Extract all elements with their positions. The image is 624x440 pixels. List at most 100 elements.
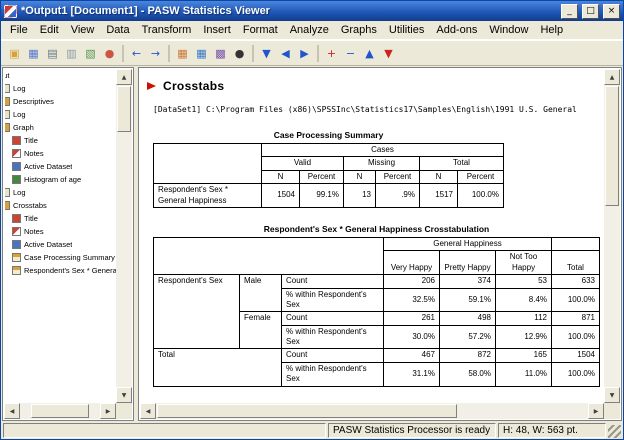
variables-button[interactable]: ▩: [211, 44, 230, 63]
cell-value: 100.0%: [551, 287, 600, 313]
scroll-up-icon[interactable]: ▲: [604, 69, 620, 85]
scroll-left-icon[interactable]: ◀: [140, 403, 156, 419]
scroll-left-icon[interactable]: ◀: [4, 403, 20, 419]
menu-insert[interactable]: Insert: [197, 22, 237, 38]
menu-file[interactable]: File: [4, 22, 34, 38]
open-button[interactable]: ▣: [5, 44, 24, 63]
promote-arrow-icon: ◀: [281, 46, 290, 60]
cell-value: 58.0%: [439, 361, 496, 387]
menu-window[interactable]: Window: [483, 22, 534, 38]
status-dimensions: H: 48, W: 563 pt.: [498, 422, 606, 438]
menu-transform[interactable]: Transform: [136, 22, 198, 38]
outline-vertical-scrollbar[interactable]: ▲ ▼: [116, 69, 132, 403]
output-vertical-scrollbar[interactable]: ▲ ▼: [604, 69, 620, 403]
outline-item-log[interactable]: Log: [5, 82, 116, 95]
recall-dialogs-button[interactable]: ●: [100, 44, 119, 63]
expand-button[interactable]: +: [322, 44, 341, 63]
menu-format[interactable]: Format: [237, 22, 284, 38]
redo-button[interactable]: →: [146, 44, 165, 63]
cell-value: 871: [551, 311, 600, 326]
app-icon: [4, 4, 17, 18]
outline-item-graph[interactable]: Graph: [5, 121, 116, 134]
case-processing-summary-table[interactable]: Cases Valid Missing Total N Percent N Pe…: [153, 142, 504, 208]
male-label: Male: [239, 274, 282, 313]
total-percent-value: 100.0%: [457, 183, 504, 208]
menu-edit[interactable]: Edit: [34, 22, 65, 38]
toolbar-separator: [122, 44, 124, 62]
select-last-output-button[interactable]: ▼: [257, 44, 276, 63]
scroll-thumb[interactable]: [157, 404, 457, 418]
status-bar: PASW Statistics Processor is ready H: 48…: [1, 421, 623, 439]
output-pane: Crosstabs [DataSet1] C:\Program Files (x…: [138, 67, 622, 421]
goto-case-grid-icon: ▦: [196, 46, 207, 60]
scroll-down-icon[interactable]: ▼: [116, 387, 132, 403]
demote-button[interactable]: ▶: [295, 44, 314, 63]
outline-item-log[interactable]: Log: [5, 186, 116, 199]
output-horizontal-scrollbar[interactable]: ◀ ▶: [140, 403, 604, 419]
scroll-thumb[interactable]: [117, 86, 131, 132]
output-content: Crosstabs [DataSet1] C:\Program Files (x…: [140, 69, 604, 403]
menu-utilities[interactable]: Utilities: [383, 22, 430, 38]
print-preview-button[interactable]: ▥: [62, 44, 81, 63]
case-processing-summary-title: Case Processing Summary: [273, 130, 384, 140]
scroll-down-icon[interactable]: ▼: [604, 387, 620, 403]
goto-case-button[interactable]: ▦: [192, 44, 211, 63]
minimize-icon: _: [567, 5, 572, 16]
crosstabulation-table[interactable]: General Happiness Very Happy Pretty Happ…: [153, 236, 600, 387]
menu-data[interactable]: Data: [100, 22, 135, 38]
outline-item-log[interactable]: Log: [5, 108, 116, 121]
percent-header: Percent: [299, 169, 344, 185]
outline-item-crosstabs[interactable]: Crosstabs: [5, 199, 116, 212]
very-happy-header: Very Happy: [383, 250, 440, 276]
scroll-track: [20, 403, 30, 419]
blank-header-cell: [153, 236, 384, 276]
outline-item-active-dataset[interactable]: Active Dataset: [12, 160, 116, 173]
log-document-icon: [5, 110, 10, 119]
scroll-thumb[interactable]: [605, 86, 619, 206]
menu-graphs[interactable]: Graphs: [335, 22, 383, 38]
scroll-track: [116, 133, 132, 387]
outline-item-active-dataset[interactable]: Active Dataset: [12, 238, 116, 251]
notes-document-icon: [12, 149, 21, 158]
outline-item-crosstabulation[interactable]: Respondent's Sex * General Happiness: [12, 264, 116, 277]
close-button[interactable]: ×: [603, 3, 620, 19]
collapse-button[interactable]: −: [341, 44, 360, 63]
outline-pane: Output Log Descriptives Log Graph Title …: [2, 67, 134, 421]
outline-item-histogram[interactable]: Histogram of age: [12, 173, 116, 186]
find-button[interactable]: ●: [230, 44, 249, 63]
hide-button[interactable]: ▼: [379, 44, 398, 63]
promote-button[interactable]: ◀: [276, 44, 295, 63]
show-button[interactable]: ▲: [360, 44, 379, 63]
table-row: Respondent's Sex * General Happiness 150…: [153, 183, 504, 208]
outline-item-notes[interactable]: Notes: [12, 147, 116, 160]
resize-grip[interactable]: [608, 425, 621, 438]
menu-analyze[interactable]: Analyze: [284, 22, 335, 38]
outline-item-case-processing-summary[interactable]: Case Processing Summary: [12, 251, 116, 264]
maximize-icon: □: [586, 5, 595, 16]
undo-button[interactable]: ←: [127, 44, 146, 63]
percent-within-label: % within Respondent's Sex: [281, 361, 384, 387]
scroll-right-icon[interactable]: ▶: [100, 403, 116, 419]
outline-item-title[interactable]: Title: [12, 134, 116, 147]
scroll-up-icon[interactable]: ▲: [116, 69, 132, 85]
outline-item-output[interactable]: Output: [5, 69, 116, 82]
outline-item-title[interactable]: Title: [12, 212, 116, 225]
scroll-thumb[interactable]: [31, 404, 89, 418]
menu-help[interactable]: Help: [534, 22, 569, 38]
count-label: Count: [281, 274, 384, 289]
outline-item-descriptives[interactable]: Descriptives: [5, 95, 116, 108]
menu-addons[interactable]: Add-ons: [430, 22, 483, 38]
save-button[interactable]: ▦: [24, 44, 43, 63]
scroll-right-icon[interactable]: ▶: [588, 403, 604, 419]
outline-item-notes[interactable]: Notes: [12, 225, 116, 238]
outline-horizontal-scrollbar[interactable]: ◀ ▶: [4, 403, 116, 419]
export-button[interactable]: ▧: [81, 44, 100, 63]
goto-data-button[interactable]: ▦: [173, 44, 192, 63]
menu-view[interactable]: View: [65, 22, 101, 38]
print-button[interactable]: ▤: [43, 44, 62, 63]
recall-dialogs-icon: ●: [104, 46, 115, 60]
case-processing-summary-block: Case Processing Summary Cases Valid Miss…: [153, 130, 504, 208]
maximize-button[interactable]: □: [582, 3, 599, 19]
cell-value: 11.0%: [495, 361, 552, 387]
minimize-button[interactable]: _: [561, 3, 578, 19]
